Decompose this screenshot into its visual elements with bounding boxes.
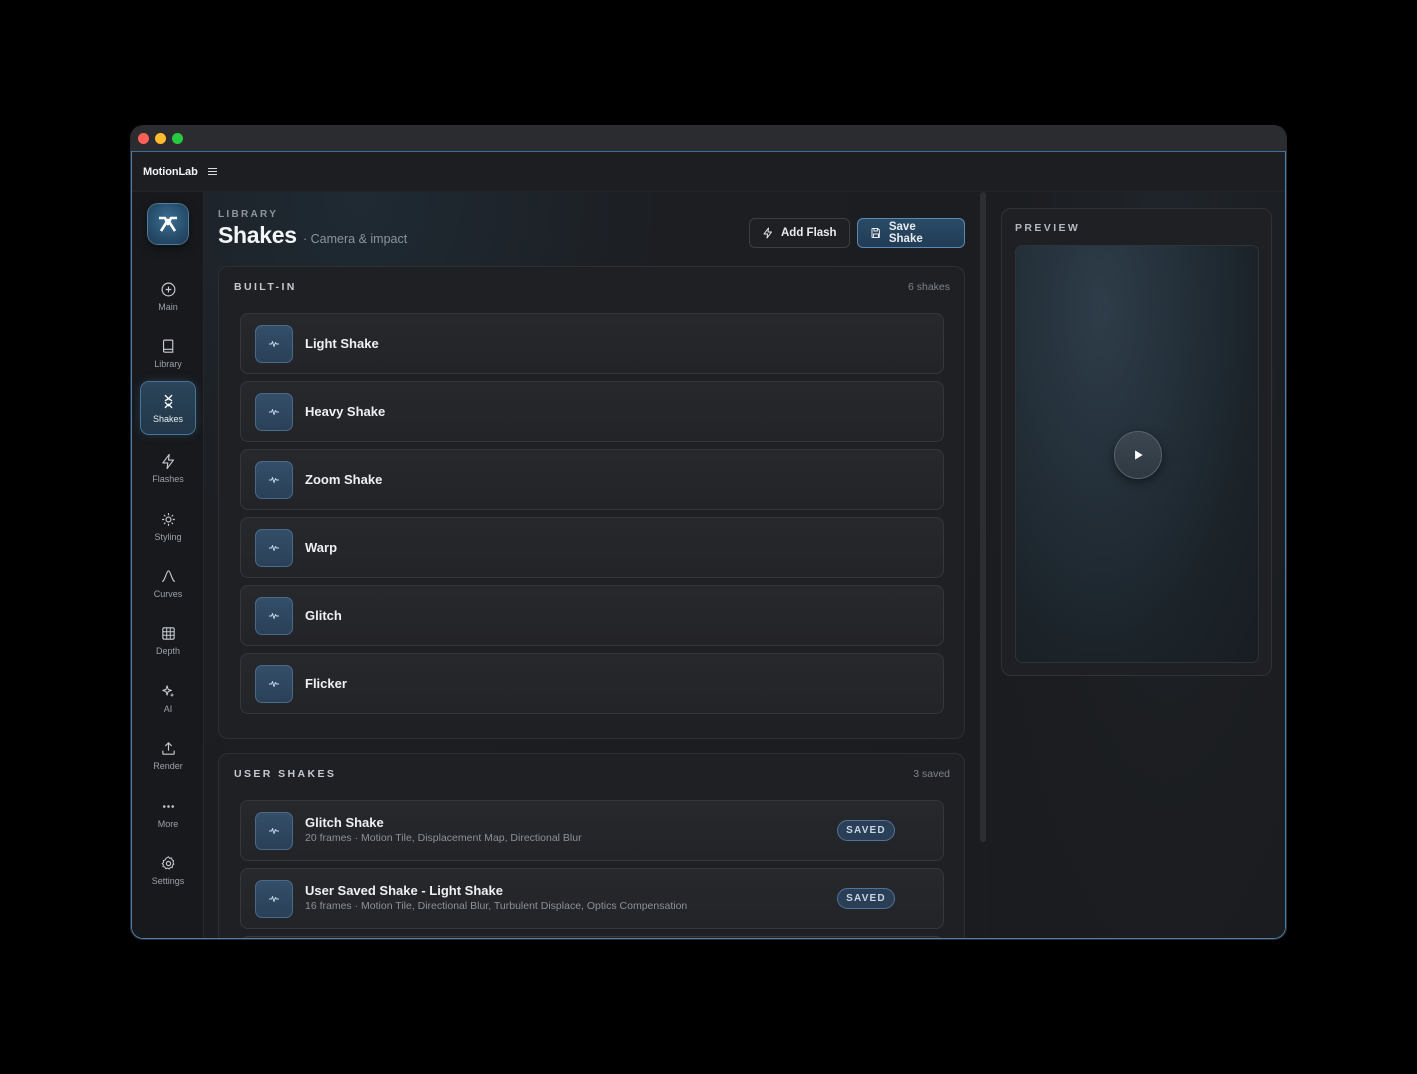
save-shake-button[interactable]: Save Shake	[857, 218, 965, 248]
app-logo[interactable]	[148, 204, 188, 244]
sidebar-item-label: Main	[158, 301, 178, 312]
list-item[interactable]: Zoom Shake	[240, 449, 944, 510]
list-item[interactable]: User Saved Shake - Light Shake 16 frames…	[240, 868, 944, 929]
add-flash-button[interactable]: Add Flash	[749, 218, 850, 248]
sidebar-item-label: More	[157, 818, 179, 829]
plus-circle-icon	[161, 282, 175, 296]
waveform-icon	[255, 665, 293, 703]
waveform-icon	[255, 880, 293, 918]
waveform-icon	[255, 597, 293, 635]
sidebar-item-label: Depth	[155, 645, 181, 656]
user-shakes-heading: USER SHAKES	[234, 768, 337, 780]
gear-icon	[161, 855, 174, 870]
waveform-icon	[255, 325, 293, 363]
list-item[interactable]: Glitch	[240, 585, 944, 646]
page-subtitle: · Camera & impact	[303, 232, 408, 246]
shake-title: Heavy Shake	[305, 404, 386, 419]
builtin-panel: BUILT-IN 6 shakes Light Shake Heavy Shak…	[218, 266, 965, 739]
preview-label: PREVIEW	[1015, 222, 1081, 234]
sidebar-item-label: Library	[154, 358, 182, 369]
page-title: Shakes	[218, 222, 297, 248]
app-window: MotionLab Main Library Shakes Flashes St…	[131, 126, 1286, 939]
logo-icon	[159, 216, 177, 232]
shake-title: Flicker	[305, 676, 347, 691]
app-bar: MotionLab	[132, 152, 1285, 192]
save-icon	[871, 228, 880, 238]
save-shake-label: Save Shake	[888, 221, 923, 245]
sidebar: Main Library Shakes Flashes Styling Curv…	[132, 192, 204, 938]
curve-icon	[161, 569, 175, 582]
sidebar-item-label: Settings	[151, 875, 185, 886]
hamburger-menu-icon[interactable]	[207, 167, 217, 176]
sidebar-item-ai[interactable]: AI	[141, 672, 195, 724]
shake-meta: 20 frames · Motion Tile, Displacement Ma…	[305, 832, 582, 844]
user-shakes-count: 3 saved	[913, 768, 950, 780]
waveform-icon	[255, 529, 293, 567]
shake-title: Glitch	[305, 608, 342, 623]
preview-viewport	[1015, 245, 1259, 663]
book-icon	[162, 339, 173, 353]
sidebar-item-label: Render	[153, 760, 183, 771]
sidebar-item-styling[interactable]: Styling	[141, 500, 195, 552]
main-content: LIBRARY Shakes · Camera & impact Add Fla…	[204, 192, 984, 938]
minimize-window-button[interactable]	[155, 133, 166, 144]
dots-icon	[162, 804, 174, 808]
grid-icon	[161, 626, 175, 640]
waveform-icon	[255, 393, 293, 431]
list-item[interactable]: Heavy Shake	[240, 381, 944, 442]
maximize-window-button[interactable]	[172, 133, 183, 144]
list-item[interactable]: Warp	[240, 517, 944, 578]
play-button[interactable]	[1114, 431, 1162, 479]
sidebar-item-label: Curves	[153, 588, 183, 599]
sidebar-item-shakes[interactable]: Shakes	[141, 382, 195, 434]
lightning-icon	[763, 227, 772, 239]
sidebar-item-library[interactable]: Library	[141, 327, 195, 379]
sidebar-item-label: AI	[163, 703, 173, 714]
add-flash-label: Add Flash	[781, 227, 837, 239]
user-shakes-panel: USER SHAKES 3 saved Glitch Shake 20 fram…	[218, 753, 965, 938]
builtin-count: 6 shakes	[907, 281, 950, 293]
preview-card: PREVIEW	[1001, 208, 1272, 676]
builtin-heading: BUILT-IN	[234, 281, 297, 293]
sidebar-item-more[interactable]: More	[141, 787, 195, 839]
sidebar-item-label: Styling	[154, 531, 182, 542]
list-item[interactable]: Light Shake	[240, 313, 944, 374]
app-frame: MotionLab Main Library Shakes Flashes St…	[131, 151, 1286, 939]
list-item[interactable]: Glitch Shake 20 frames · Motion Tile, Di…	[240, 800, 944, 861]
app-name: MotionLab	[143, 165, 198, 178]
list-item[interactable]: Flicker	[240, 653, 944, 714]
title-bar	[131, 126, 1286, 151]
waveform-icon	[255, 461, 293, 499]
sun-icon	[161, 512, 175, 526]
play-icon	[1135, 450, 1143, 460]
lightning-icon	[161, 453, 174, 469]
sidebar-item-render[interactable]: Render	[141, 729, 195, 781]
sidebar-item-curves[interactable]: Curves	[141, 557, 195, 609]
sidebar-item-label: Shakes	[152, 413, 184, 424]
list-item[interactable]	[240, 936, 944, 938]
saved-badge: SAVED	[837, 820, 895, 841]
shake-title: Zoom Shake	[305, 472, 383, 487]
section-eyebrow: LIBRARY	[218, 209, 279, 220]
sidebar-item-label: Flashes	[152, 473, 184, 484]
shake-title: User Saved Shake - Light Shake	[305, 883, 503, 898]
preview-column: PREVIEW	[987, 192, 1285, 938]
sidebar-item-settings[interactable]: Settings	[141, 844, 195, 896]
main-scrollbar[interactable]	[980, 192, 986, 842]
close-window-button[interactable]	[138, 133, 149, 144]
shake-meta: 16 frames · Motion Tile, Directional Blu…	[305, 900, 688, 912]
shake-title: Warp	[305, 540, 338, 555]
sidebar-item-flashes[interactable]: Flashes	[141, 442, 195, 494]
shake-icon	[164, 394, 172, 408]
shake-title: Light Shake	[305, 336, 379, 351]
waveform-icon	[255, 812, 293, 850]
sidebar-item-depth[interactable]: Depth	[141, 614, 195, 666]
upload-icon	[161, 741, 175, 755]
sidebar-item-main[interactable]: Main	[141, 270, 195, 322]
saved-badge: SAVED	[837, 888, 895, 909]
sparkle-icon	[161, 684, 174, 697]
shake-title: Glitch Shake	[305, 815, 384, 830]
